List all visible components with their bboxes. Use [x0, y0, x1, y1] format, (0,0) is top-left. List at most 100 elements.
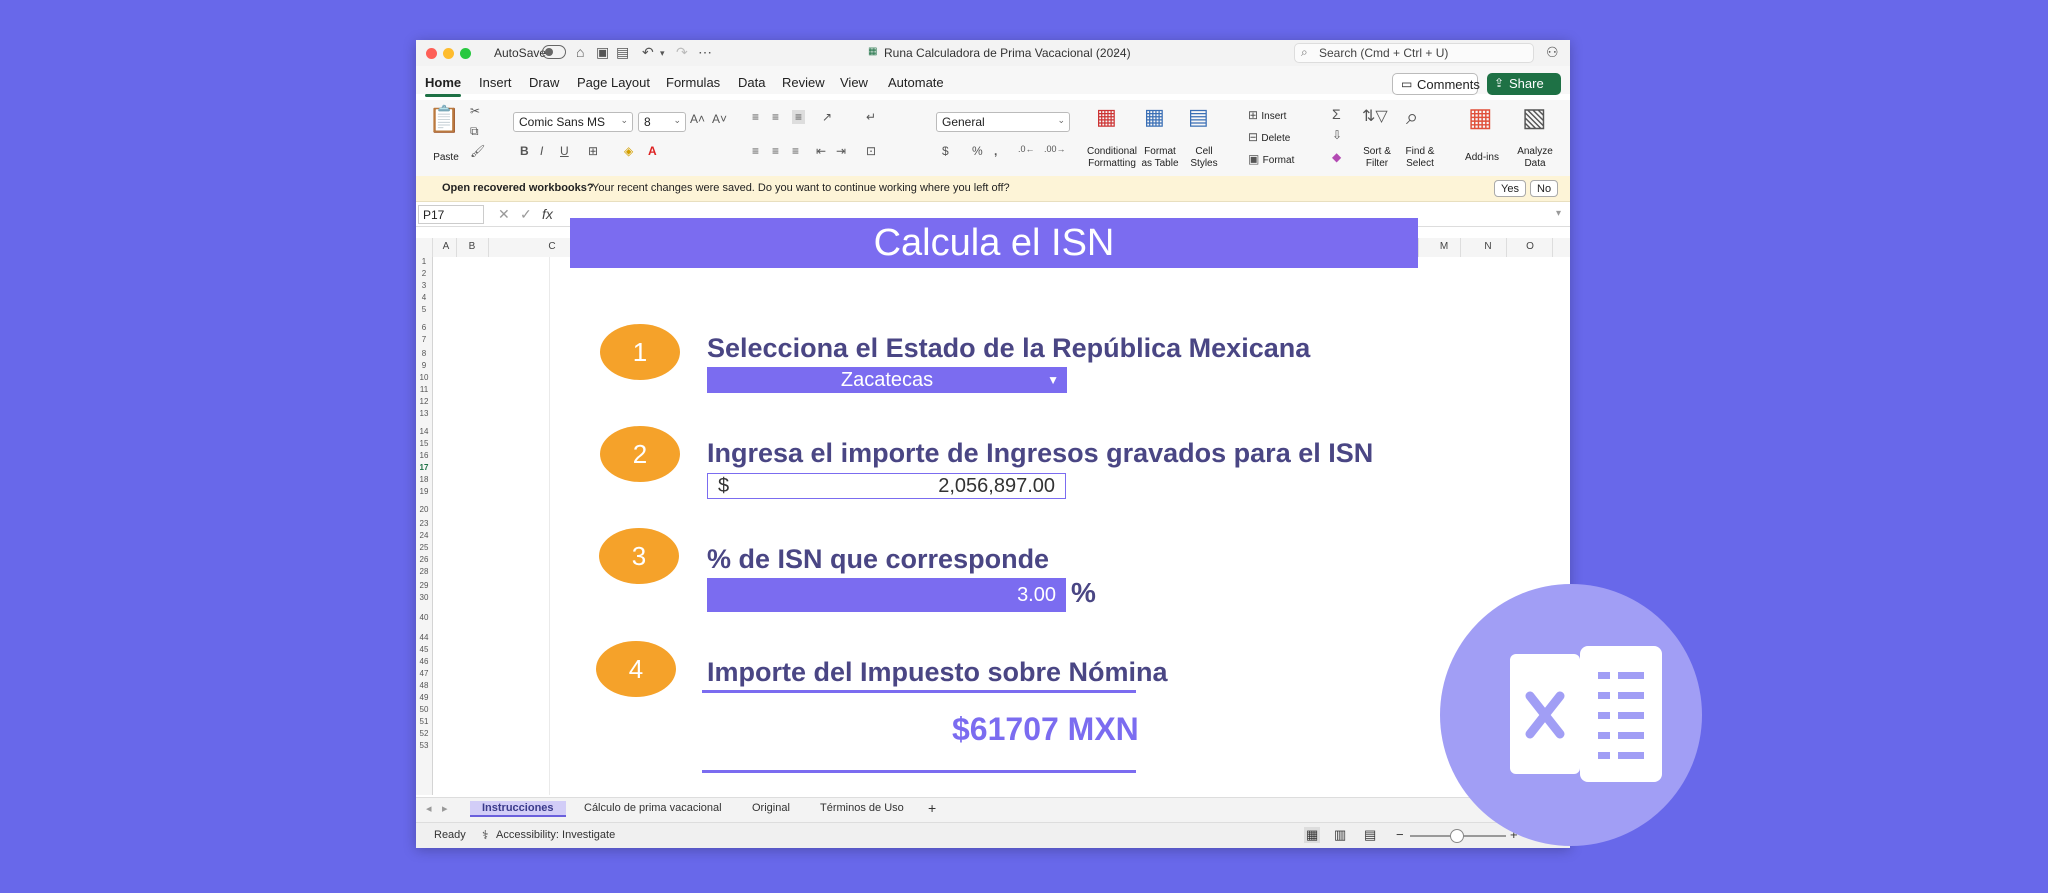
- decrease-indent-icon[interactable]: ⇤: [816, 144, 826, 158]
- row-header[interactable]: 18: [416, 475, 432, 484]
- align-center-icon[interactable]: ≡: [772, 144, 779, 158]
- align-middle-icon[interactable]: ≡: [772, 110, 779, 124]
- row-header[interactable]: 24: [416, 531, 432, 540]
- share-button[interactable]: ⇪ Share: [1487, 73, 1561, 95]
- comma-style-icon[interactable]: ,: [994, 144, 997, 158]
- col-header[interactable]: C: [546, 241, 558, 252]
- analyze-data-icon[interactable]: ▧: [1522, 102, 1547, 133]
- row-header[interactable]: 2: [416, 269, 432, 278]
- row-header[interactable]: 3: [416, 281, 432, 290]
- orientation-icon[interactable]: ↗: [822, 110, 832, 124]
- row-header[interactable]: 16: [416, 451, 432, 460]
- row-header[interactable]: 9: [416, 361, 432, 370]
- row-header[interactable]: 50: [416, 705, 432, 714]
- row-header[interactable]: 44: [416, 633, 432, 642]
- zoom-out-icon[interactable]: −: [1396, 827, 1404, 842]
- save-as-icon[interactable]: ▤: [616, 44, 629, 61]
- currency-icon[interactable]: $: [942, 144, 949, 158]
- tab-review[interactable]: Review: [782, 75, 825, 90]
- bold-icon[interactable]: B: [520, 144, 529, 158]
- prev-sheet-icon[interactable]: ◂: [426, 802, 432, 815]
- save-icon[interactable]: ▣: [596, 44, 609, 61]
- conditional-formatting-icon[interactable]: ▦: [1096, 104, 1117, 130]
- row-header[interactable]: 52: [416, 729, 432, 738]
- row-header[interactable]: 14: [416, 427, 432, 436]
- row-header[interactable]: 23: [416, 519, 432, 528]
- add-sheet-icon[interactable]: +: [928, 800, 936, 816]
- row-header[interactable]: 40: [416, 613, 432, 622]
- tab-formulas[interactable]: Formulas: [666, 75, 720, 90]
- decrease-decimal-icon[interactable]: .00→: [1044, 144, 1066, 154]
- increase-indent-icon[interactable]: ⇥: [836, 144, 846, 158]
- insert-function-icon[interactable]: fx: [542, 206, 553, 222]
- close-window-button[interactable]: [426, 48, 437, 59]
- copy-icon[interactable]: ⧉: [470, 124, 479, 139]
- delete-cells-button[interactable]: ⊟ Delete: [1248, 130, 1290, 144]
- income-input[interactable]: $ 2,056,897.00: [707, 473, 1066, 499]
- decrease-font-icon[interactable]: A˅: [712, 112, 727, 126]
- sheet-tab-original[interactable]: Original: [752, 802, 790, 814]
- cut-icon[interactable]: ✂: [470, 104, 480, 118]
- row-header[interactable]: 17: [416, 463, 432, 472]
- font-name-select[interactable]: Comic Sans MS ⌄: [513, 112, 633, 132]
- underline-icon[interactable]: U: [560, 144, 569, 158]
- find-select-icon[interactable]: ⌕: [1406, 104, 1418, 130]
- row-header[interactable]: 30: [416, 593, 432, 602]
- tab-data[interactable]: Data: [738, 75, 765, 90]
- page-layout-view-icon[interactable]: ▥: [1334, 827, 1346, 843]
- redo-icon[interactable]: ↷: [676, 44, 688, 61]
- home-icon[interactable]: ⌂: [576, 44, 584, 60]
- row-header[interactable]: 25: [416, 543, 432, 552]
- col-header[interactable]: N: [1482, 241, 1494, 252]
- tab-insert[interactable]: Insert: [479, 75, 512, 90]
- enter-icon[interactable]: ✓: [520, 206, 532, 223]
- row-header[interactable]: 5: [416, 305, 432, 314]
- row-header[interactable]: 47: [416, 669, 432, 678]
- font-color-icon[interactable]: A: [648, 144, 657, 158]
- tab-page-layout[interactable]: Page Layout: [577, 75, 650, 90]
- row-header[interactable]: 11: [416, 385, 432, 394]
- increase-decimal-icon[interactable]: .0←: [1018, 144, 1035, 154]
- tab-view[interactable]: View: [840, 75, 868, 90]
- no-button[interactable]: No: [1530, 180, 1559, 197]
- align-top-icon[interactable]: ≡: [752, 110, 759, 124]
- row-header[interactable]: 7: [416, 335, 432, 344]
- tab-draw[interactable]: Draw: [529, 75, 559, 90]
- row-header[interactable]: 1: [416, 257, 432, 266]
- state-select[interactable]: Zacatecas ▼: [707, 367, 1067, 393]
- search-input[interactable]: ⌕ Search (Cmd + Ctrl + U): [1294, 43, 1534, 63]
- more-icon[interactable]: ⋯: [698, 44, 712, 61]
- next-sheet-icon[interactable]: ▸: [442, 802, 448, 815]
- zoom-window-button[interactable]: [460, 48, 471, 59]
- paste-icon[interactable]: 📋: [428, 104, 460, 135]
- row-header[interactable]: 49: [416, 693, 432, 702]
- row-header[interactable]: 28: [416, 567, 432, 576]
- row-header[interactable]: 12: [416, 397, 432, 406]
- row-header[interactable]: 10: [416, 373, 432, 382]
- name-box[interactable]: P17: [418, 205, 484, 224]
- fill-color-icon[interactable]: ◈: [624, 144, 633, 158]
- wrap-text-icon[interactable]: ↵: [866, 110, 876, 124]
- italic-icon[interactable]: I: [540, 144, 543, 158]
- undo-icon[interactable]: ↶: [642, 44, 654, 61]
- row-header[interactable]: 26: [416, 555, 432, 564]
- yes-button[interactable]: Yes: [1494, 180, 1526, 197]
- sheet-tab-instrucciones[interactable]: Instrucciones: [470, 801, 566, 817]
- col-header[interactable]: B: [466, 241, 478, 252]
- normal-view-icon[interactable]: ▦: [1304, 827, 1321, 843]
- row-header[interactable]: 20: [416, 505, 432, 514]
- align-left-icon[interactable]: ≡: [752, 144, 759, 158]
- align-bottom-icon[interactable]: ≡: [792, 110, 806, 124]
- col-header[interactable]: A: [440, 241, 452, 252]
- autosum-icon[interactable]: Σ: [1332, 106, 1341, 122]
- format-as-table-icon[interactable]: ▦: [1144, 104, 1165, 130]
- row-header[interactable]: 13: [416, 409, 432, 418]
- page-break-view-icon[interactable]: ▤: [1364, 827, 1376, 843]
- row-header[interactable]: 4: [416, 293, 432, 302]
- format-painter-icon[interactable]: 🖌: [470, 144, 485, 158]
- row-header[interactable]: 45: [416, 645, 432, 654]
- sheet-tab-terminos[interactable]: Términos de Uso: [820, 802, 904, 814]
- fill-icon[interactable]: ⇩: [1332, 128, 1342, 142]
- minimize-window-button[interactable]: [443, 48, 454, 59]
- account-icon[interactable]: ⚇: [1546, 44, 1559, 61]
